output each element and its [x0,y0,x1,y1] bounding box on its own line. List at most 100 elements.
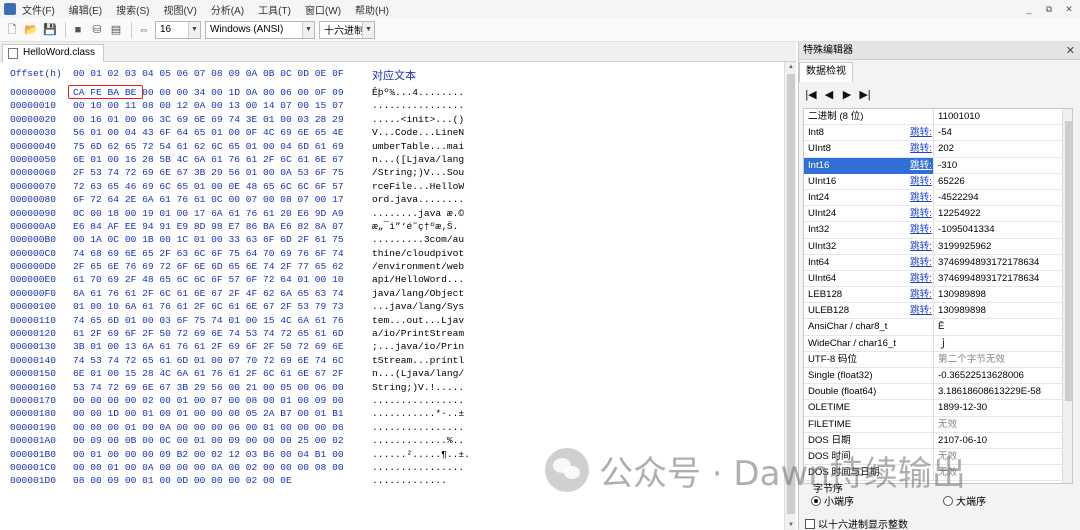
inspector-value[interactable]: 无效 [938,449,957,465]
inspector-row[interactable]: OLETIME 1899-12-30 [804,400,1072,417]
jump-link[interactable]: 跳转: [910,141,932,157]
jump-link[interactable]: 跳转: [910,158,932,174]
first-icon[interactable]: |◀ [805,88,817,101]
jump-link[interactable]: 跳转: [910,287,932,303]
row-bytes[interactable]: 00 09 00 0B 00 0C 00 01 00 09 00 00 00 2… [73,434,344,447]
row-bytes[interactable]: 01 00 10 6A 61 76 61 2F 6C 61 6E 67 2F 5… [73,300,344,313]
little-endian-radio[interactable]: 小端序 [811,493,854,508]
row-text[interactable]: n...(Ljava/lang/ [372,367,464,380]
row-text[interactable]: .....<init>...() [372,113,464,126]
hex-row[interactable]: 000000A0 E6 84 AF EE 94 91 E9 8D 98 E7 86… [0,220,784,233]
inspector-value[interactable]: 3.18618608613229E-58 [938,384,1041,400]
scroll-thumb[interactable] [787,74,795,514]
inspector-row[interactable]: Int24 跳转: -4522294 [804,189,1072,207]
row-bytes[interactable]: 53 74 72 69 6E 67 3B 29 56 00 21 00 05 0… [73,381,344,394]
hex-row[interactable]: 00000070 72 63 65 46 69 6C 65 01 00 0E 48… [0,180,784,193]
inspector-value[interactable]: 11001010 [938,109,980,125]
row-text[interactable]: ...........*·..± [372,407,464,420]
hex-row[interactable]: 00000020 00 16 01 00 06 3C 69 6E 69 74 3E… [0,113,784,126]
inspector-value[interactable]: ｊ [938,336,948,352]
hex-row[interactable]: 00000100 01 00 10 6A 61 76 61 2F 6C 61 6E… [0,300,784,313]
inspector-value[interactable]: -4522294 [938,190,979,206]
row-text[interactable]: ord.java........ [372,193,464,206]
hex-row[interactable]: 00000180 00 00 1D 00 01 00 01 00 00 00 05… [0,407,784,420]
row-text[interactable]: ........java æ.© [372,207,464,220]
row-text[interactable]: ................ [372,394,464,407]
hex-row[interactable]: 00000190 00 00 00 01 00 0A 00 00 00 06 00… [0,421,784,434]
jump-link[interactable]: 跳转: [910,271,932,287]
hex-row[interactable]: 000000F0 6A 61 76 61 2F 6C 61 6E 67 2F 4F… [0,287,784,300]
close-icon[interactable]: ✕ [1066,42,1075,60]
row-bytes[interactable]: 00 16 01 00 06 3C 69 6E 69 74 3E 01 00 0… [73,113,344,126]
menu-view[interactable]: 视图(V) [163,2,196,17]
row-text[interactable]: rceFile...HelloW [372,180,464,193]
inspector-row[interactable]: Int64 跳转: 3746994893172178634 [804,254,1072,271]
row-text[interactable]: ............. [372,474,447,487]
inspector-row[interactable]: Double (float64) 3.18618608613229E-58 [804,384,1072,401]
jump-link[interactable]: 跳转: [910,206,932,222]
inspector-value[interactable]: 无效 [938,465,957,481]
minimize-icon[interactable]: _ [1022,2,1036,15]
row-text[interactable]: tem...out...Ljav [372,314,464,327]
hex-int-checkbox[interactable]: 以十六进制显示整数 [805,516,908,530]
hex-row[interactable]: 000000C0 74 68 69 6E 65 2F 63 6C 6F 75 64… [0,247,784,260]
inspector-value[interactable]: -0.36522513628006 [938,368,1024,384]
inspector-value[interactable]: 第二个字节无效 [938,352,1005,368]
inspector-row[interactable]: 二进制 (8 位) 11001010 [804,109,1072,126]
inspector-value[interactable]: -1095041334 [938,222,995,238]
disk-icon[interactable]: ⛁ [89,22,105,38]
row-text[interactable]: thine/cloudpivot [372,247,464,260]
row-bytes[interactable]: 00 10 00 11 08 00 12 0A 00 13 00 14 07 0… [73,99,344,112]
hex-row[interactable]: 00000060 2F 53 74 72 69 6E 67 3B 29 56 01… [0,166,784,179]
hex-row[interactable]: 00000170 00 00 00 00 02 00 01 00 07 00 08… [0,394,784,407]
inspector-row[interactable]: UInt8 跳转: 202 [804,141,1072,158]
menu-edit[interactable]: 编辑(E) [69,2,102,17]
row-text[interactable]: ................ [372,99,464,112]
menu-help[interactable]: 帮助(H) [355,2,389,17]
hex-row[interactable]: 000000E0 61 70 69 2F 48 65 6C 6C 6F 57 6F… [0,273,784,286]
row-bytes[interactable]: 74 65 6D 01 00 03 6F 75 74 01 00 15 4C 6… [73,314,344,327]
row-text[interactable]: ................ [372,461,464,474]
row-bytes[interactable]: 56 01 00 04 43 6F 64 65 01 00 0F 4C 69 6… [73,126,344,139]
row-bytes[interactable]: 00 1A 0C 00 1B 00 1C 01 00 33 63 6F 6D 2… [73,233,344,246]
row-bytes[interactable]: 61 70 69 2F 48 65 6C 6C 6F 57 6F 72 64 0… [73,273,344,286]
inspector-scrollbar[interactable] [1062,109,1072,483]
inspector-row[interactable]: LEB128 跳转: 130989898 [804,287,1072,304]
hex-row[interactable]: 000000B0 00 1A 0C 00 1B 00 1C 01 00 33 63… [0,233,784,246]
hex-row[interactable]: 00000150 6E 01 00 15 28 4C 6A 61 76 61 2F… [0,367,784,380]
row-text[interactable]: a/io/PrintStream [372,327,464,340]
last-icon[interactable]: ▶| [859,88,871,101]
row-bytes[interactable]: E6 84 AF EE 94 91 E9 8D 98 E7 86 BA E6 8… [73,220,344,233]
jump-link[interactable]: 跳转: [910,239,932,255]
inspector-value[interactable]: 12254922 [938,206,981,222]
hex-row[interactable]: 00000110 74 65 6D 01 00 03 6F 75 74 01 00… [0,314,784,327]
inspector-row[interactable]: UInt64 跳转: 3746994893172178634 [804,270,1072,288]
bytes-per-row-select[interactable]: 16 ▼ [155,20,201,39]
row-bytes[interactable]: 00 01 00 00 00 09 B2 00 02 12 03 B6 00 0… [73,448,344,461]
scroll-up-icon[interactable]: ▲ [785,62,797,72]
inspector-value[interactable]: 65226 [938,174,965,190]
jump-link[interactable]: 跳转: [910,255,932,271]
hex-row[interactable]: 000000D0 2F 65 6E 76 69 72 6F 6E 6D 65 6E… [0,260,784,273]
scroll-down-icon[interactable]: ▼ [785,520,797,530]
inspector-row[interactable]: AnsiChar / char8_t Ê [804,319,1072,336]
hex-row[interactable]: 000001C0 00 00 01 00 0A 00 00 00 0A 00 02… [0,461,784,474]
row-bytes[interactable]: 2F 53 74 72 69 6E 67 3B 29 56 01 00 0A 5… [73,166,344,179]
hex-row[interactable]: 00000010 00 10 00 11 08 00 12 0A 00 13 00… [0,99,784,112]
row-text[interactable]: ................ [372,421,464,434]
inspector-value[interactable]: -310 [938,158,957,174]
inspector-row[interactable]: DOS 时间与日期 无效 [804,465,1072,482]
inspector-row[interactable]: Int32 跳转: -1095041334 [804,222,1072,239]
next-icon[interactable]: ▶ [841,88,853,101]
row-text[interactable]: java/lang/Object [372,287,464,300]
row-bytes[interactable]: 00 00 01 00 0A 00 00 00 0A 00 02 00 00 0… [73,461,344,474]
row-bytes[interactable]: 72 63 65 46 69 6C 65 01 00 0E 48 65 6C 6… [73,180,344,193]
hex-row[interactable]: 00000140 74 53 74 72 65 61 6D 01 00 07 70… [0,354,784,367]
hex-row[interactable]: 00000040 75 6D 62 65 72 54 61 62 6C 65 01… [0,140,784,153]
inspector-row[interactable]: Single (float32) -0.36522513628006 [804,368,1072,385]
document-icon[interactable]: ▤ [108,22,124,38]
inspector-row[interactable]: DOS 时间 无效 [804,448,1072,466]
previous-icon[interactable]: ◀ [823,88,835,101]
menu-window[interactable]: 窗口(W) [305,2,341,17]
hex-row[interactable]: 000001D0 08 00 09 00 01 00 0D 00 00 00 02… [0,474,784,487]
